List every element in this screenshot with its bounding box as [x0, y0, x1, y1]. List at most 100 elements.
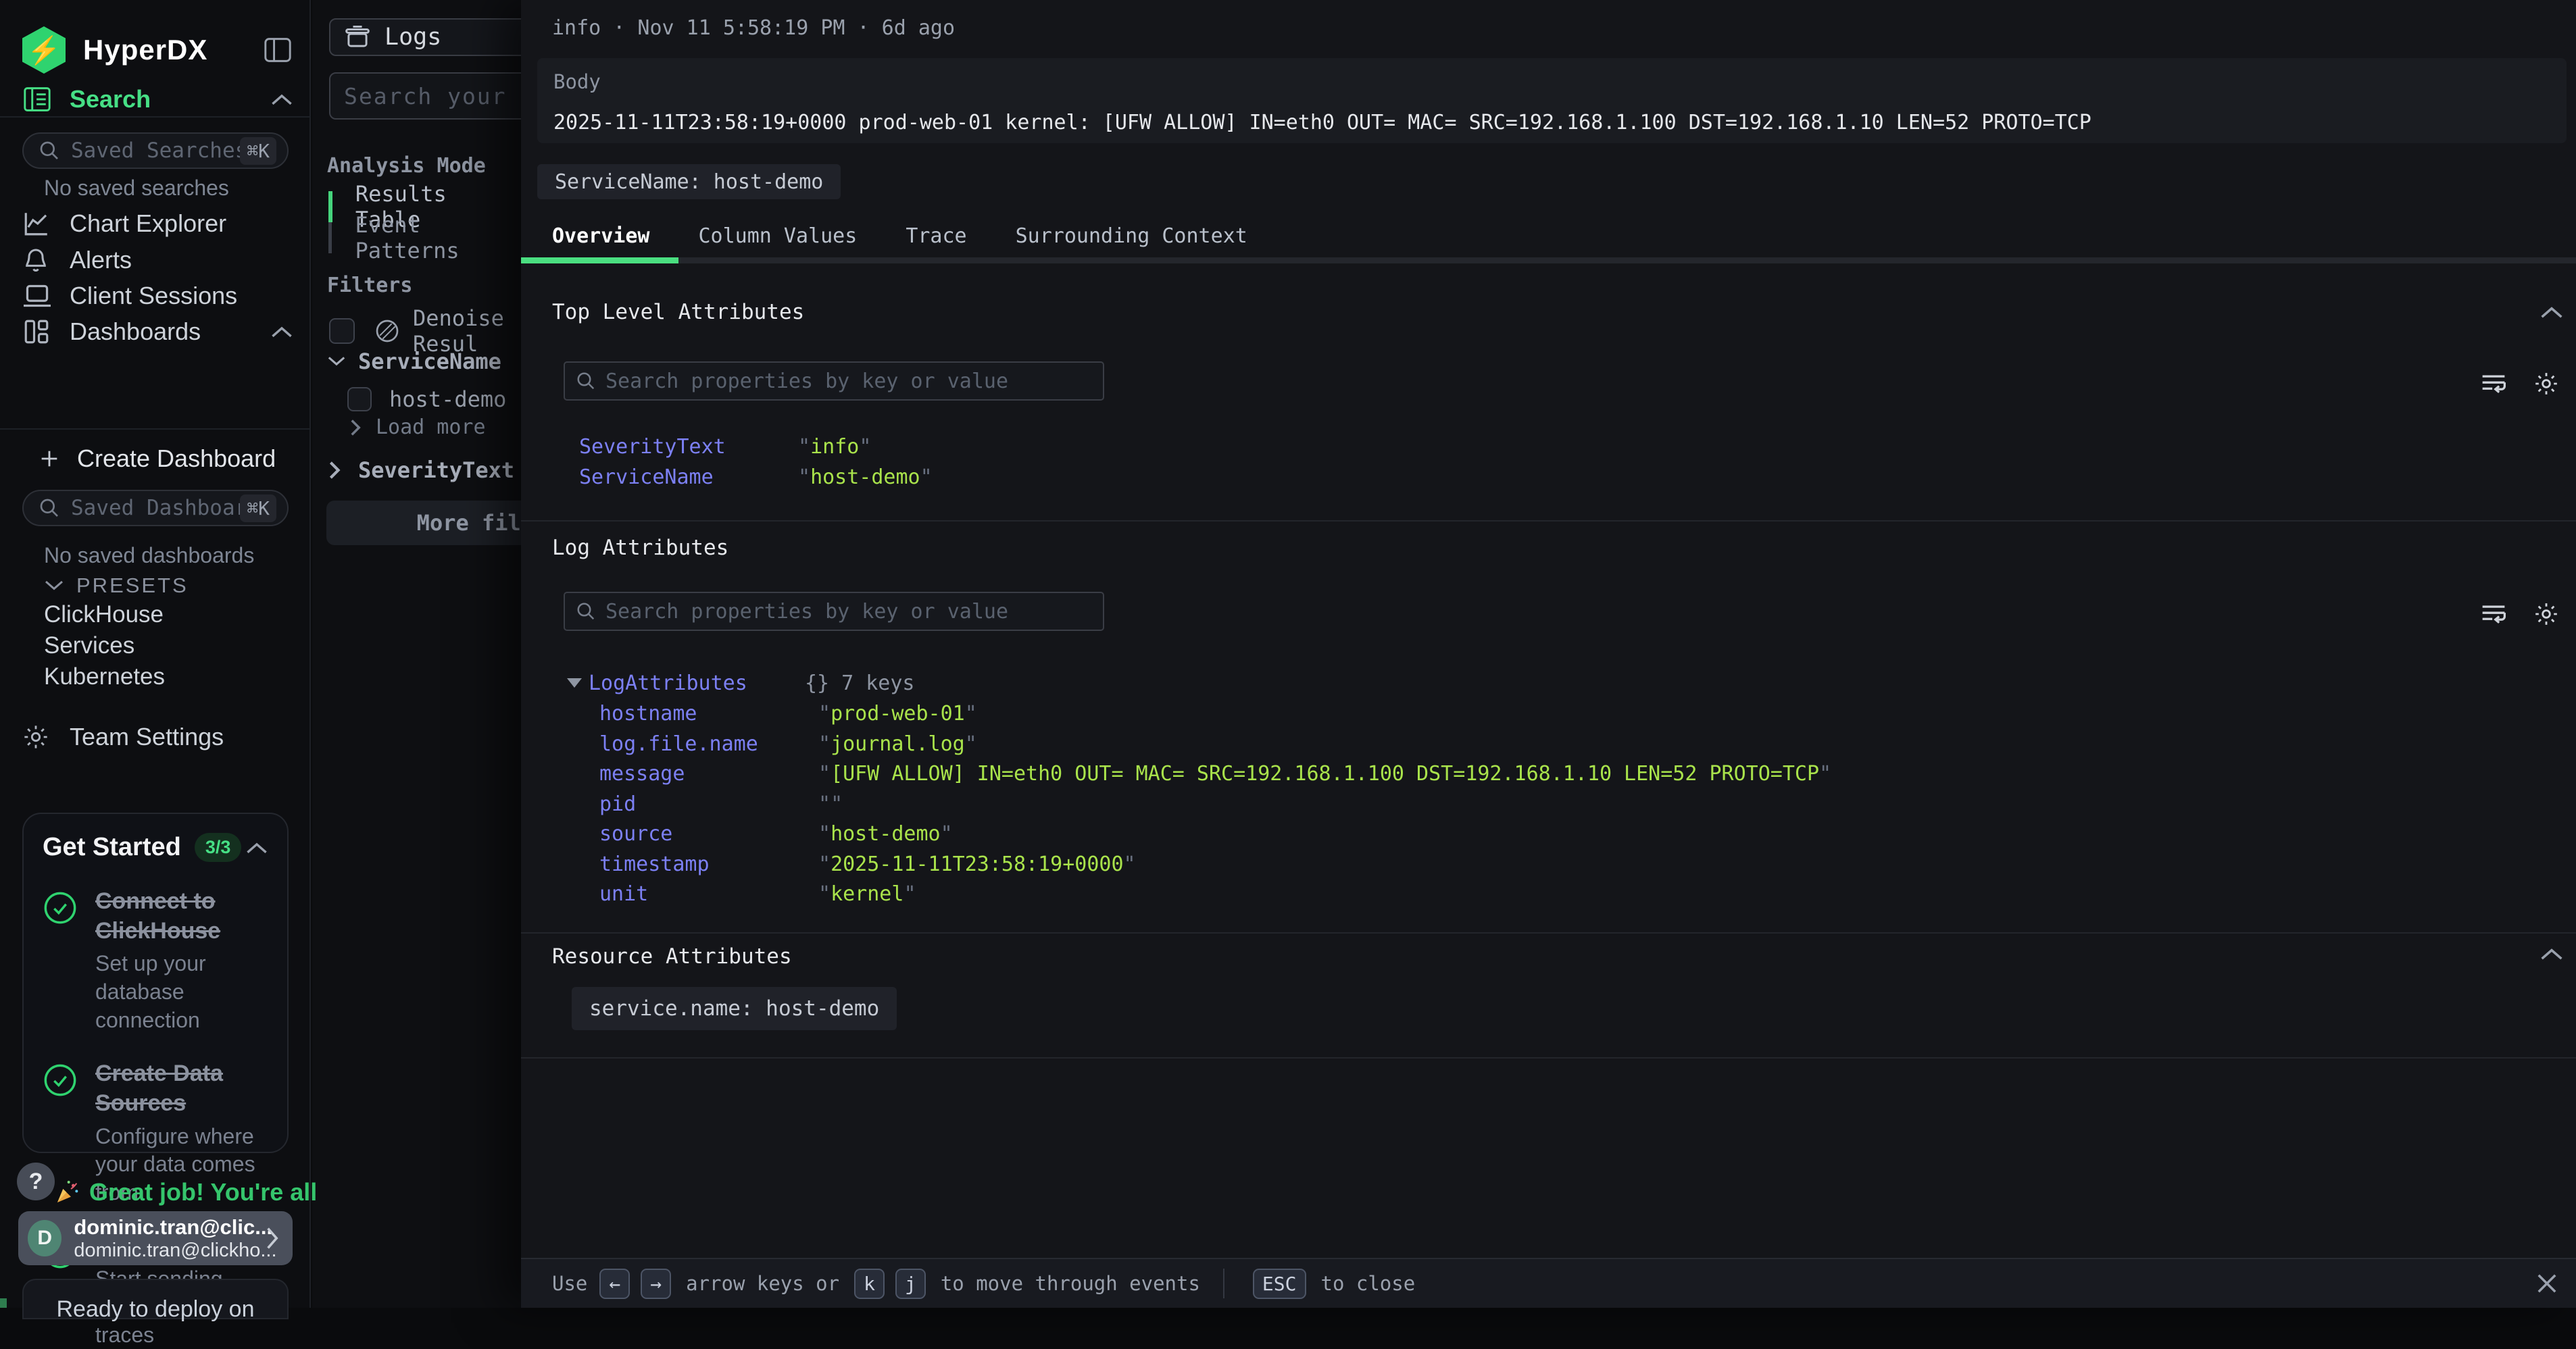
tab-overview[interactable]: Overview — [552, 224, 650, 248]
tab-column-values[interactable]: Column Values — [699, 224, 858, 248]
attribute-row[interactable]: message "[UFW ALLOW] IN=eth0 OUT= MAC= S… — [599, 762, 1831, 786]
event-search-box[interactable] — [329, 72, 521, 120]
search-icon — [576, 371, 596, 391]
presets-header[interactable]: PRESETS — [44, 574, 189, 598]
get-started-item-subtitle: Set up your database connection — [95, 950, 268, 1034]
check-circle-icon — [43, 886, 78, 1034]
service-name-tag[interactable]: ServiceName: host-demo — [537, 164, 841, 199]
log-attributes-search-box[interactable] — [564, 592, 1104, 631]
get-started-item-title: Create Data Sources — [95, 1059, 268, 1118]
event-search-input[interactable] — [344, 83, 521, 109]
avatar: D — [28, 1220, 61, 1256]
sidebar: ⚡ HyperDX Search ⌘K No saved searches Ch… — [0, 0, 311, 1308]
search-icon — [39, 140, 60, 161]
saved-dashboards-pill[interactable]: ⌘K — [22, 490, 289, 526]
top-level-search-box[interactable] — [564, 361, 1104, 401]
sidebar-item-chart-explorer[interactable]: Chart Explorer — [22, 207, 293, 240]
active-mode-bar — [328, 191, 332, 222]
resource-service-tag[interactable]: service.name: host-demo — [572, 987, 897, 1030]
celebration-text: Great job! You're all — [89, 1178, 317, 1206]
attribute-row[interactable]: hostname "prod-web-01" — [599, 702, 977, 726]
presets-label: PRESETS — [76, 574, 189, 598]
saved-searches-pill[interactable]: ⌘K — [22, 132, 289, 169]
user-menu[interactable]: D dominic.tran@clic... dominic.tran@clic… — [18, 1211, 293, 1265]
get-started-title: Get Started — [43, 833, 181, 862]
expand-triangle-icon — [567, 678, 582, 688]
key-esc: ESC — [1253, 1269, 1306, 1299]
sidebar-item-search[interactable]: Search — [22, 82, 293, 116]
sidebar-item-label: Chart Explorer — [70, 209, 226, 238]
panel-toggle-icon[interactable] — [262, 36, 293, 63]
attribute-row[interactable]: source "host-demo" — [599, 822, 953, 846]
section-divider — [521, 520, 2576, 521]
sidebar-item-client-sessions[interactable]: Client Sessions — [22, 279, 293, 313]
chevron-up-icon[interactable] — [270, 324, 293, 339]
attribute-row[interactable]: log.file.name "journal.log" — [599, 732, 977, 756]
load-more-button[interactable]: Load more — [349, 415, 486, 439]
deploy-banner-text: Ready to deploy on — [57, 1296, 255, 1322]
load-more-label: Load more — [376, 415, 486, 439]
attribute-row[interactable]: unit "kernel" — [599, 882, 916, 906]
collapse-section-icon[interactable] — [2540, 946, 2564, 962]
celebration-banner: Great job! You're all — [54, 1178, 317, 1206]
chevron-up-icon[interactable] — [245, 840, 268, 855]
filter-group-servicename[interactable]: ServiceName — [327, 349, 501, 374]
saved-dashboards-input[interactable] — [71, 496, 240, 520]
get-started-item[interactable]: Connect to ClickHouse Set up your databa… — [43, 886, 268, 1034]
tab-surrounding-context[interactable]: Surrounding Context — [1016, 224, 1247, 248]
search-nav-icon — [22, 86, 52, 113]
mode-event-patterns[interactable]: Event Patterns — [328, 222, 521, 253]
get-started-card: Get Started 3/3 Connect to ClickHouse Se… — [22, 813, 289, 1153]
source-selector-label: Logs — [385, 24, 441, 51]
help-icon: ? — [29, 1169, 43, 1195]
help-button[interactable]: ? — [17, 1163, 55, 1200]
wrap-lines-icon[interactable] — [2479, 601, 2508, 628]
attribute-row[interactable]: SeverityText "info" — [579, 435, 871, 459]
top-level-search-input[interactable] — [605, 370, 1092, 393]
sidebar-item-label: Client Sessions — [70, 282, 237, 310]
deploy-banner[interactable]: Ready to deploy on — [22, 1279, 289, 1319]
host-demo-checkbox[interactable] — [347, 387, 372, 411]
laptop-icon — [22, 282, 52, 309]
sidebar-item-alerts[interactable]: Alerts — [22, 243, 293, 277]
shortcut-badge: ⌘K — [240, 494, 276, 522]
sidebar-item-dashboards[interactable]: Dashboards — [22, 315, 293, 349]
attribute-row[interactable]: pid "" — [599, 792, 843, 816]
attribute-row[interactable]: ServiceName "host-demo" — [579, 465, 933, 489]
log-attributes-search-input[interactable] — [605, 600, 1092, 623]
section-divider — [521, 1057, 2576, 1059]
plus-icon — [38, 447, 61, 470]
gear-icon[interactable] — [2533, 601, 2560, 628]
filter-option-host-demo[interactable]: host-demo — [347, 386, 506, 412]
preset-services[interactable]: Services — [44, 632, 134, 659]
tab-trace[interactable]: Trace — [906, 224, 966, 248]
collapse-section-icon[interactable] — [2540, 304, 2564, 320]
preset-clickhouse[interactable]: ClickHouse — [44, 601, 164, 628]
hyperdx-logo: ⚡ — [22, 26, 66, 74]
attribute-row[interactable]: timestamp "2025-11-11T23:58:19+0000" — [599, 852, 1136, 876]
close-icon[interactable] — [2533, 1269, 2561, 1298]
denoise-checkbox[interactable] — [329, 318, 355, 344]
chevron-up-icon[interactable] — [270, 92, 293, 107]
sidebar-item-team-settings[interactable]: Team Settings — [22, 720, 293, 754]
chevron-down-icon — [44, 579, 64, 592]
top-level-attributes-title: Top Level Attributes — [552, 300, 804, 324]
log-attributes-root-row[interactable]: LogAttributes {} 7 keys — [567, 671, 915, 695]
host-demo-label: host-demo — [389, 386, 506, 412]
decorative-corner — [0, 1298, 7, 1308]
create-dashboard-button[interactable]: Create Dashboard — [38, 444, 276, 473]
user-email: dominic.tran@clickho... — [74, 1240, 263, 1262]
user-name: dominic.tran@clic... — [74, 1215, 263, 1240]
filter-group-severitytext[interactable]: SeverityText — [327, 457, 514, 483]
wrap-lines-icon[interactable] — [2479, 370, 2508, 397]
more-filters-button[interactable]: More filte — [326, 501, 521, 545]
key-j: j — [895, 1269, 926, 1299]
source-selector-button[interactable]: Logs — [329, 18, 521, 56]
gear-icon[interactable] — [2533, 370, 2560, 397]
key-arrow-right: → — [641, 1269, 671, 1299]
preset-kubernetes[interactable]: Kubernetes — [44, 663, 165, 690]
saved-searches-input[interactable] — [71, 138, 240, 163]
section-divider — [521, 932, 2576, 934]
brand-name: HyperDX — [83, 34, 207, 66]
event-detail-panel: info · Nov 11 5:58:19 PM · 6d ago Body 2… — [521, 0, 2576, 1308]
